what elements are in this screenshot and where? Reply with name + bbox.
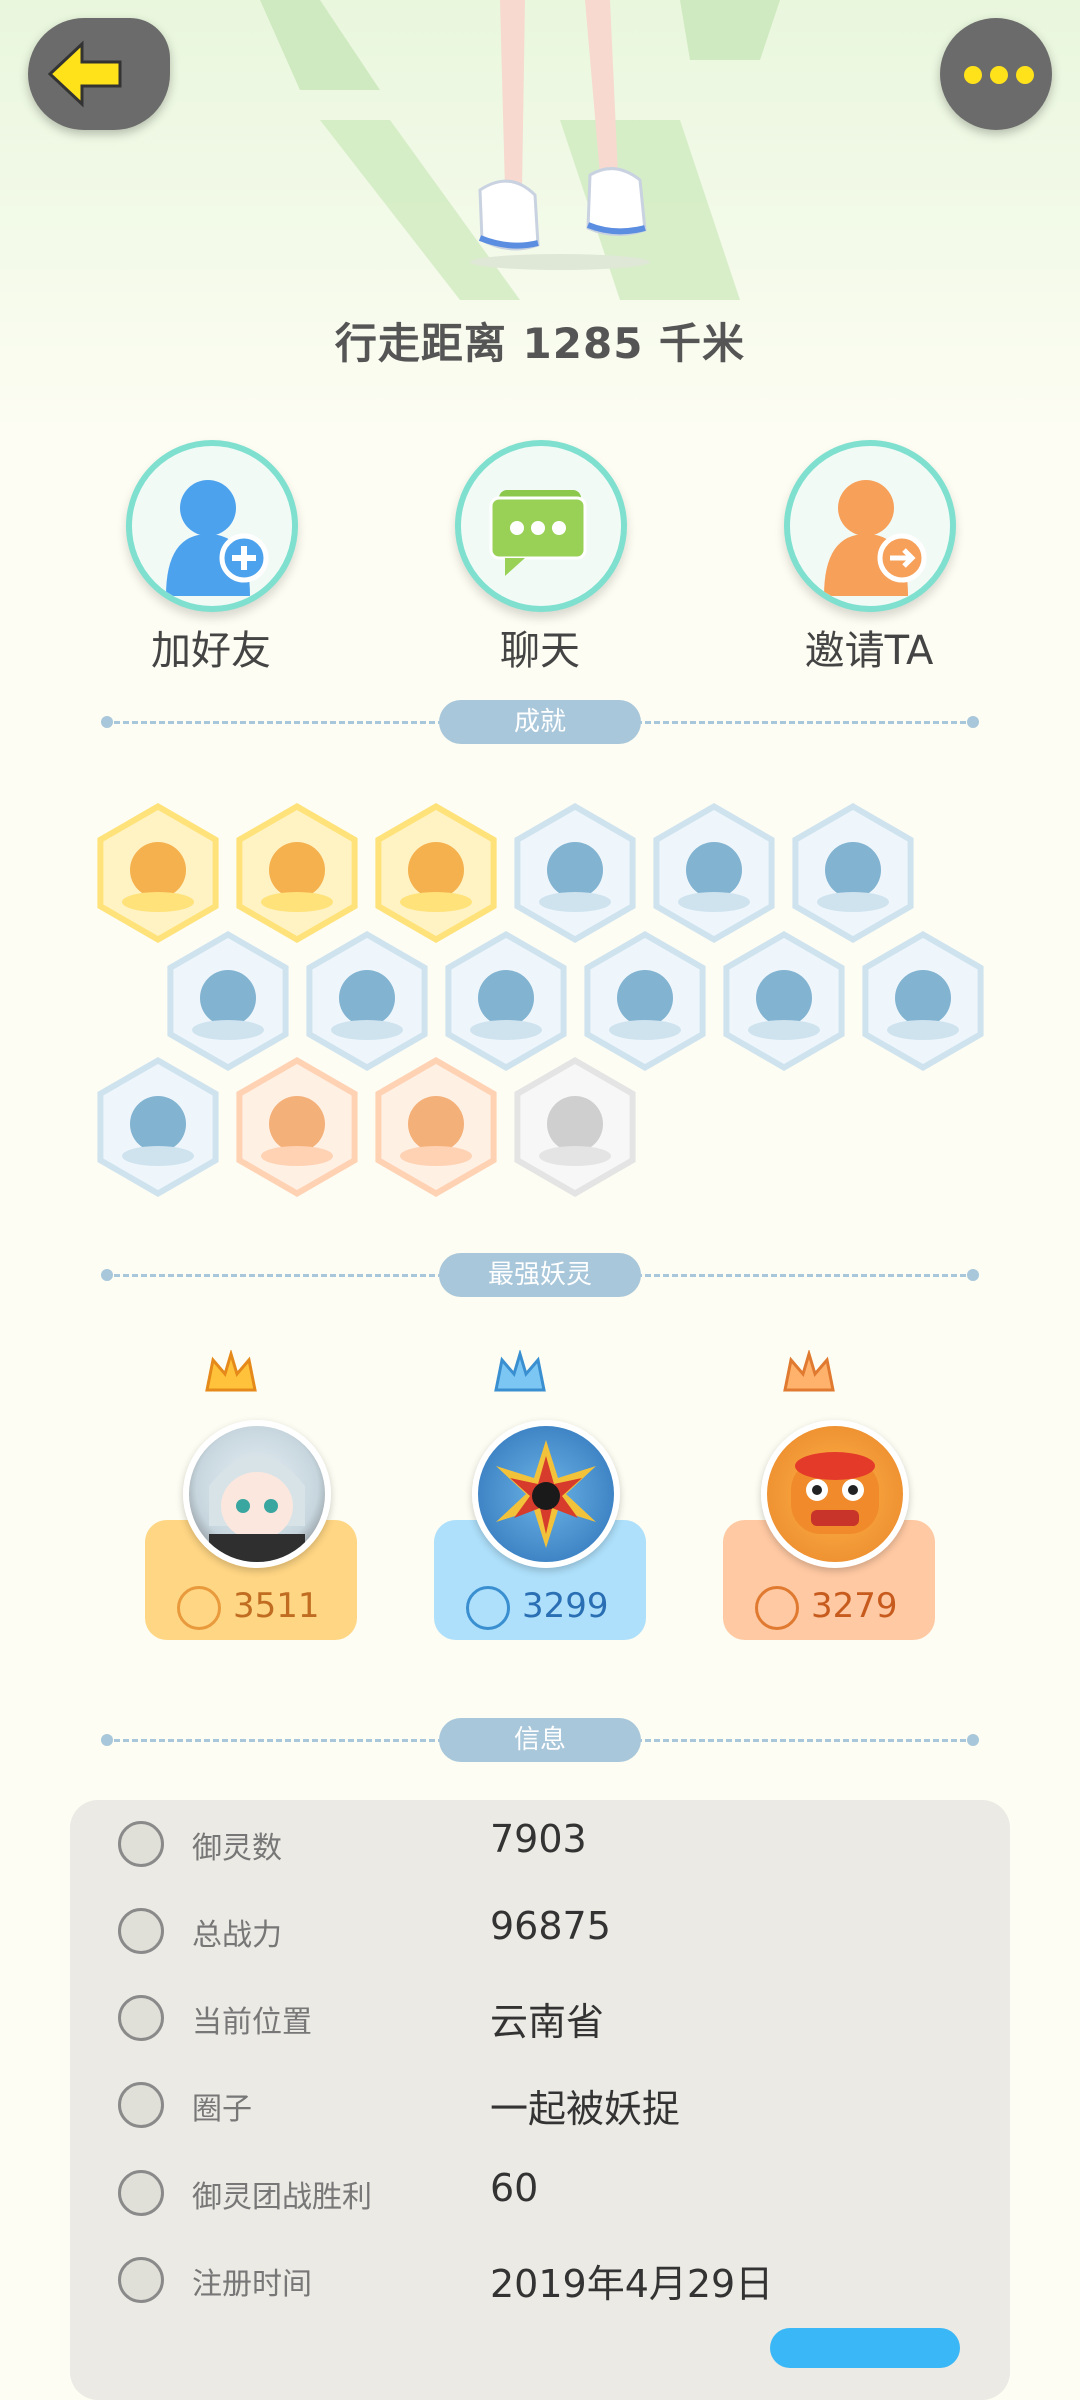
achievements-title: 成就 [439, 700, 641, 744]
achievement-badge-12[interactable] [855, 926, 991, 1076]
sword-icon [755, 1586, 799, 1630]
invite-icon [784, 440, 956, 612]
anchor-icon [118, 2170, 164, 2216]
sword-icon [177, 1586, 221, 1630]
location-pin-icon [118, 1995, 164, 2041]
circle-group-icon [118, 2082, 164, 2128]
strongest-spirits-divider: 最强妖灵 [101, 1253, 979, 1297]
spirit-avatar [183, 1420, 331, 1568]
add-friend-button[interactable]: 加好友 [126, 440, 298, 676]
info-row-register-date: 注册时间 2019年4月29日 [70, 2237, 1010, 2323]
blue-crown-icon [494, 1350, 546, 1392]
clock-icon [118, 2257, 164, 2303]
spirit-power: 3511 [145, 1580, 357, 1630]
info-row-total-power: 总战力 96875 [70, 1888, 1010, 1974]
info-divider: 信息 [101, 1718, 979, 1762]
invite-button[interactable]: 邀请TA [784, 440, 956, 676]
info-row-location: 当前位置 云南省 [70, 1975, 1010, 2061]
info-row-team-battle-wins: 御灵团战胜利 60 [70, 2150, 1010, 2236]
achievement-badge-11[interactable] [716, 926, 852, 1076]
more-dots-icon [964, 66, 1034, 84]
strongest-spirits-title: 最强妖灵 [439, 1253, 641, 1297]
spirit-avatar [761, 1420, 909, 1568]
info-panel: 御灵数 7903 总战力 96875 当前位置 云南省 圈子 一起被妖捉 御灵团… [70, 1800, 1010, 2400]
more-options-button[interactable] [940, 18, 1052, 130]
spirit-power: 3299 [434, 1580, 646, 1630]
add-friend-icon [126, 440, 298, 612]
back-button[interactable] [28, 18, 170, 130]
achievement-badge-15[interactable] [368, 1052, 504, 1202]
achievements-divider: 成就 [101, 700, 979, 744]
orange-crown-icon [783, 1350, 835, 1392]
back-arrow-icon [47, 40, 122, 108]
achievement-badge-13[interactable] [90, 1052, 226, 1202]
chat-button[interactable]: 聊天 [455, 440, 627, 676]
info-title: 信息 [439, 1718, 641, 1762]
sword-icon [466, 1586, 510, 1630]
achievement-badge-16[interactable] [507, 1052, 643, 1202]
avatar-character-legs [470, 0, 650, 270]
chat-icon [455, 440, 627, 612]
info-row-circle[interactable]: 圈子 一起被妖捉 [70, 2062, 1010, 2148]
walk-distance: 行走距离 1285 千米 [334, 319, 746, 368]
bottom-blue-tab[interactable] [770, 2328, 960, 2368]
add-friend-label: 加好友 [151, 628, 271, 674]
chat-label: 聊天 [500, 628, 580, 674]
info-row-spirit-count: 御灵数 7903 [70, 1801, 1010, 1887]
achievement-badge-14[interactable] [229, 1052, 365, 1202]
gold-crown-icon [205, 1350, 257, 1392]
spirit-count-icon [118, 1821, 164, 1867]
sword-icon [118, 1908, 164, 1954]
spirit-power: 3279 [723, 1580, 935, 1630]
invite-label: 邀请TA [804, 628, 934, 674]
spirit-avatar [472, 1420, 620, 1568]
